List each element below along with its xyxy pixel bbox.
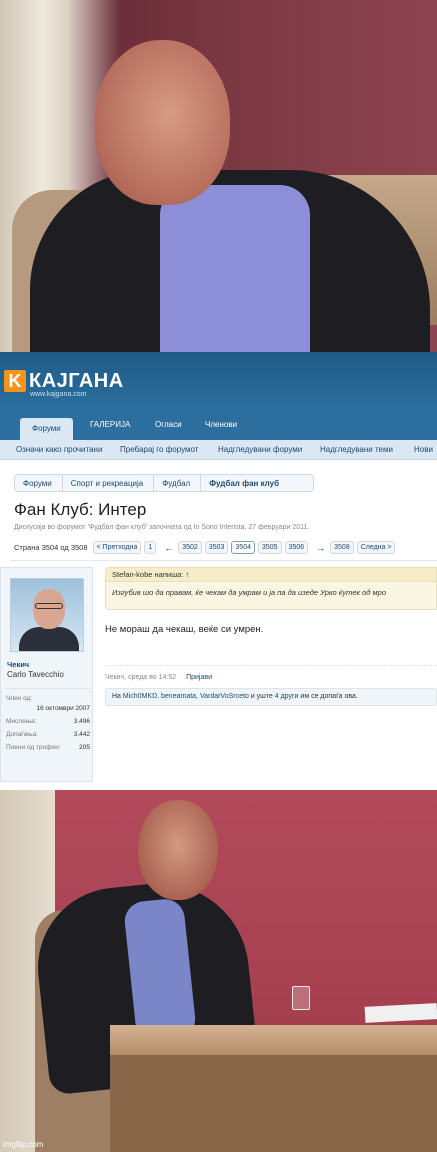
page-current[interactable]: 3504 <box>231 541 255 554</box>
papers <box>364 1003 437 1023</box>
top-photo <box>0 0 437 352</box>
next-button[interactable]: Следна > <box>356 541 396 554</box>
crumb-forums[interactable]: Форуми <box>15 475 63 491</box>
user-title: Carlo Tavecchio <box>7 670 64 679</box>
page-title: Фан Клуб: Интер <box>14 500 147 519</box>
arrow-left-icon: ← <box>164 542 174 553</box>
tab-members[interactable]: Членови <box>205 420 237 429</box>
thread-description: Дискусија во форумот 'Фудбал фан клуб' з… <box>14 524 310 531</box>
logo-url: www.kajgana.com <box>30 391 87 398</box>
table-top <box>110 1025 437 1055</box>
post-meta: Чекич, среда во 14:52 Пријави <box>105 674 212 681</box>
stat-value: 3.442 <box>73 731 90 738</box>
tab-ads[interactable]: Огласи <box>155 420 182 429</box>
quote-block: Stefan-kobe напиша: ↑ Изгубив шо да прав… <box>105 567 437 610</box>
user-stats: Член од: 16 октомври 2007 Мислења: 3.496… <box>6 688 90 754</box>
likes-and: и уште <box>250 693 273 700</box>
forum-header: K КАЈГАНА www.kajgana.com <box>0 352 437 412</box>
post-author-date[interactable]: Чекич, среда во 14:52 <box>105 674 176 681</box>
page-first[interactable]: 1 <box>144 541 157 554</box>
report-link[interactable]: Пријави <box>186 674 212 681</box>
sub-nav: Означи како прочитани Пребарај го форумо… <box>0 440 437 460</box>
page-3503[interactable]: 3503 <box>204 541 229 554</box>
likers-links[interactable]: Mich0MKD, beneamata, VardarVoSrceto <box>123 693 249 700</box>
stat-likes: Допаѓања: 3.442 <box>6 728 90 741</box>
prev-button[interactable]: < Претходна <box>92 541 142 554</box>
stat-value: 3.496 <box>73 718 90 725</box>
search-forum-link[interactable]: Пребарај го форумот <box>120 445 198 454</box>
likes-prefix: На <box>112 693 121 700</box>
page-3505[interactable]: 3505 <box>257 541 282 554</box>
man-shirt <box>160 185 310 352</box>
crumb-sport[interactable]: Спорт и рекреација <box>63 475 155 491</box>
logo-name: КАЈГАНА <box>29 370 124 392</box>
tab-gallery[interactable]: ГАЛЕРИЈА <box>90 420 130 429</box>
breadcrumb: Форуми Спорт и рекреација Фудбал Фудбал … <box>14 474 314 492</box>
post: Stefan-kobe напиша: ↑ Изгубив шо да прав… <box>105 567 437 782</box>
page-3506[interactable]: 3506 <box>284 541 309 554</box>
likes-summary: На Mich0MKD, beneamata, VardarVoSrceto и… <box>105 688 437 706</box>
avatar[interactable] <box>10 578 84 652</box>
watermark: imgflip.com <box>3 1140 44 1149</box>
post-divider <box>105 665 437 666</box>
stat-trophies: Поени од трофеи: 205 <box>6 741 90 754</box>
table-body <box>110 1055 437 1152</box>
divider <box>10 560 437 561</box>
stat-posts: Мислења: 3.496 <box>6 715 90 728</box>
site-logo[interactable]: K КАЈГАНА <box>4 370 124 392</box>
quote-text: Изгубив шо да правам, ќе чекам да умрам … <box>112 588 386 597</box>
mark-read-link[interactable]: Означи како прочитани <box>16 445 102 454</box>
pagination: Страна 3504 од 3508 < Претходна 1 ← 3502… <box>14 541 398 554</box>
stat-label: Допаѓања: <box>6 731 38 738</box>
username[interactable]: Чекич <box>7 660 29 669</box>
stat-label: Поени од трофеи: <box>6 744 61 751</box>
new-link[interactable]: Нови <box>414 445 433 454</box>
crumb-fan-club[interactable]: Фудбал фан клуб <box>201 475 289 491</box>
page-label: Страна 3504 од 3508 <box>14 543 88 552</box>
stat-value[interactable]: 205 <box>79 744 90 751</box>
watched-forums-link[interactable]: Надгледувани форуми <box>218 445 302 454</box>
forum-screenshot: K КАЈГАНА www.kajgana.com Форуми ГАЛЕРИЈ… <box>0 352 437 790</box>
main-nav: Форуми ГАЛЕРИЈА Огласи Членови <box>0 412 437 440</box>
quote-author[interactable]: Stefan-kobe напиша: ↑ <box>106 568 436 582</box>
man-head <box>138 800 218 900</box>
bottom-photo: imgflip.com <box>0 790 437 1152</box>
thread-content: Форуми Спорт и рекреација Фудбал Фудбал … <box>0 460 437 790</box>
stat-label: Мислења: <box>6 718 37 725</box>
man-head <box>95 40 230 205</box>
stat-label: Член од: <box>6 695 33 702</box>
crumb-football[interactable]: Фудбал <box>154 475 202 491</box>
post-text: Не мораш да чекаш, веќе си умрен. <box>105 624 264 635</box>
tab-forums[interactable]: Форуми <box>20 418 73 440</box>
member-since-date: 16 октомври 2007 <box>36 705 90 712</box>
watched-threads-link[interactable]: Надгледувани теми <box>320 445 393 454</box>
page-3502[interactable]: 3502 <box>178 541 202 554</box>
more-likers-link[interactable]: 4 други <box>275 693 299 700</box>
page-last[interactable]: 3508 <box>330 541 354 554</box>
arrow-right-icon: → <box>316 542 326 553</box>
stat-member-since: Член од: <box>6 692 90 705</box>
likes-suffix: им се допаѓа ова. <box>300 693 358 700</box>
logo-k-icon: K <box>4 370 26 392</box>
water-glass <box>292 986 310 1010</box>
user-info-box: Чекич Carlo Tavecchio Член од: 16 октомв… <box>0 567 93 782</box>
